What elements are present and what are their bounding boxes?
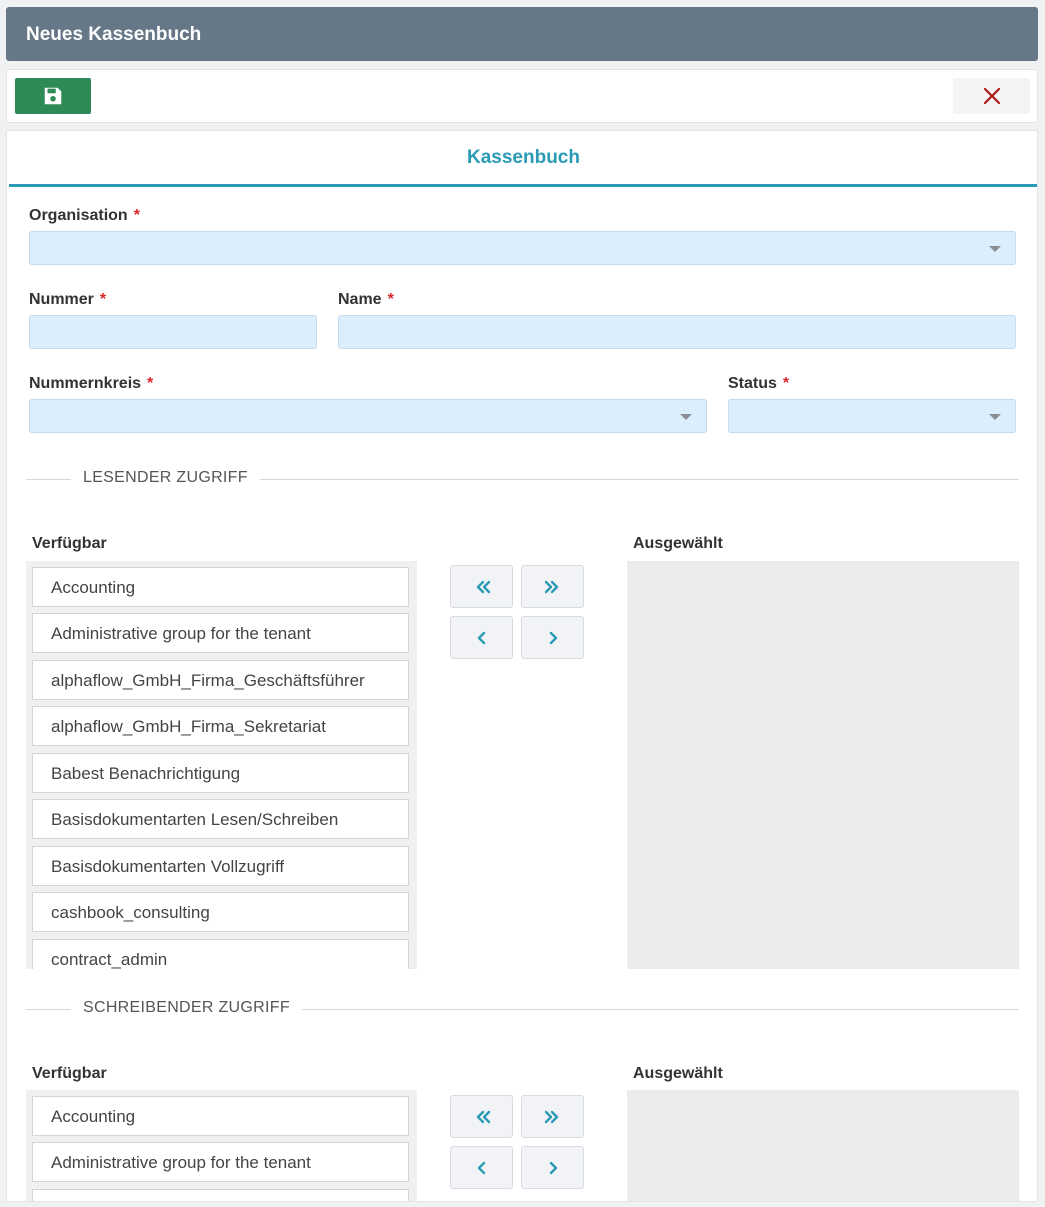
required-marker: * [133,207,140,224]
organisation-label: Organisation * [29,207,140,225]
name-label-text: Name [338,291,382,308]
nummernkreis-label: Nummernkreis * [29,375,153,393]
move-all-right-button[interactable] [450,565,513,608]
move-all-right-icon [476,1110,490,1123]
list-item[interactable]: Accounting [32,567,409,607]
nummer-field[interactable] [29,315,317,349]
read-selected-list[interactable] [627,561,1019,969]
list-item[interactable]: Babest Benachrichtigung [32,753,409,793]
list-item[interactable]: Accounting [32,1096,409,1136]
organisation-label-text: Organisation [29,207,128,224]
move-all-left-button[interactable] [521,1095,584,1138]
organisation-select[interactable] [29,231,1016,265]
move-left-icon [477,1161,485,1174]
list-item[interactable]: alphaflow_GmbH_Firma_Geschäftsführer [32,660,409,700]
status-select[interactable] [728,399,1016,433]
window-title: Neues Kassenbuch [26,24,202,45]
status-label-text: Status [728,375,777,392]
status-label: Status * [728,375,789,393]
name-field[interactable] [338,315,1016,349]
nummer-label-text: Nummer [29,291,94,308]
list-item[interactable]: Basisdokumentarten Lesen/Schreiben [32,799,409,839]
move-left-button[interactable] [450,1146,513,1189]
chevron-down-icon [989,414,1001,420]
list-item[interactable]: Administrative group for the tenant [32,613,409,653]
close-icon [983,87,1000,105]
move-all-left-button[interactable] [521,565,584,608]
required-marker: * [782,375,790,392]
required-marker: * [147,375,154,392]
write-selected-label: Ausgewählt [633,1065,723,1082]
move-right-button[interactable] [521,616,584,659]
save-button[interactable] [15,78,91,114]
move-right-icon [549,1161,557,1174]
read-available-label: Verfügbar [32,535,107,552]
list-item[interactable]: Administrative group for the tenant [32,1142,409,1182]
move-all-left-icon [544,1110,558,1123]
tab-kassenbuch[interactable]: Kassenbuch [9,131,1037,187]
form-panel: Kassenbuch Organisation * Nummer * Name * N… [6,130,1038,1202]
write-available-label: Verfügbar [32,1065,107,1082]
tab-kassenbuch-label: Kassenbuch [467,147,580,168]
write-available-list[interactable]: Accounting Administrative group for the … [26,1090,417,1201]
window-title-bar: Neues Kassenbuch [6,7,1038,61]
list-item[interactable]: contract_admin [32,939,409,969]
read-access-title: LESENDER ZUGRIFF [71,469,260,487]
save-icon [44,87,62,105]
chevron-down-icon [989,246,1001,252]
close-button[interactable] [953,78,1030,114]
required-marker: * [99,291,107,308]
required-marker: * [387,291,394,308]
name-label: Name * [338,291,394,309]
read-available-list[interactable]: Accounting Administrative group for the … [26,561,417,969]
list-item[interactable]: Basisdokumentarten Vollzugriff [32,846,409,886]
nummer-label: Nummer * [29,291,106,309]
list-item[interactable]: alphaflow_GmbH_Firma_Sekretariat [32,706,409,746]
list-item[interactable] [32,1189,409,1201]
move-left-icon [477,631,485,644]
toolbar [6,69,1038,123]
move-all-right-button[interactable] [450,1095,513,1138]
write-selected-list[interactable] [627,1090,1019,1201]
nummernkreis-select[interactable] [29,399,707,433]
move-right-button[interactable] [521,1146,584,1189]
write-access-title: SCHREIBENDER ZUGRIFF [71,999,302,1017]
move-left-button[interactable] [450,616,513,659]
read-selected-label: Ausgewählt [633,535,723,552]
list-item[interactable]: cashbook_consulting [32,892,409,932]
move-all-left-icon [544,580,558,593]
chevron-down-icon [680,414,692,420]
move-right-icon [549,631,557,644]
move-all-right-icon [476,580,490,593]
nummernkreis-label-text: Nummernkreis [29,375,142,392]
